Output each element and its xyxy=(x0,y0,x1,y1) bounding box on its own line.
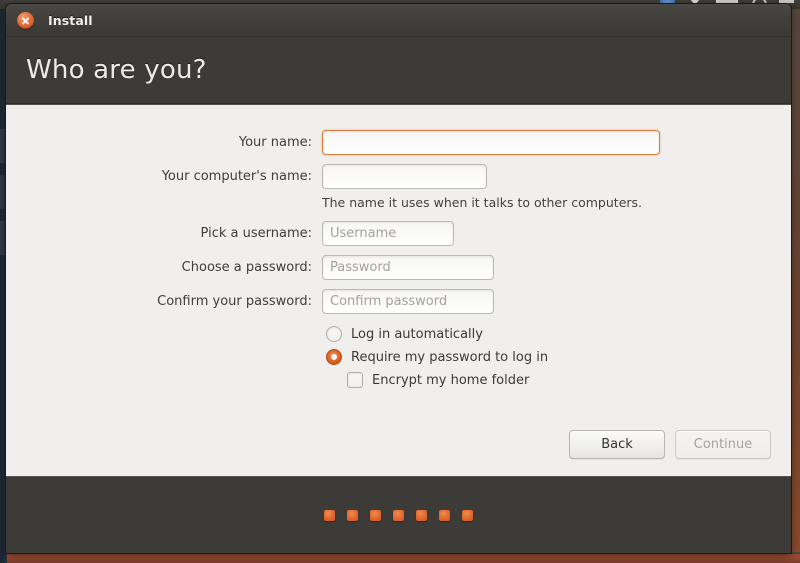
password-label: Choose a password: xyxy=(6,260,322,275)
confirm-password-input[interactable] xyxy=(322,289,494,314)
window-titlebar: Install xyxy=(6,4,791,37)
your-name-label: Your name: xyxy=(6,135,322,150)
password-input[interactable] xyxy=(322,255,494,280)
window-title: Install xyxy=(48,13,93,28)
login-automatically-label[interactable]: Log in automatically xyxy=(351,327,483,342)
form-row-confirm-password: Confirm your password: xyxy=(6,289,791,314)
your-name-input[interactable] xyxy=(322,130,660,155)
step-dot xyxy=(347,510,358,521)
computer-name-hint: The name it uses when it talks to other … xyxy=(322,195,642,210)
require-password-label[interactable]: Require my password to log in xyxy=(351,350,548,365)
form-row-computer-name: Your computer's name: xyxy=(6,164,791,189)
encrypt-home-checkbox[interactable] xyxy=(347,372,363,388)
installer-content: Your name: Your computer's name: The nam… xyxy=(6,104,791,476)
close-icon[interactable] xyxy=(17,12,34,29)
computer-name-hint-row: The name it uses when it talks to other … xyxy=(6,195,791,210)
action-buttons: Back Continue xyxy=(569,430,771,459)
username-label: Pick a username: xyxy=(6,226,322,241)
login-automatically-radio[interactable] xyxy=(326,326,342,342)
form-row-password: Choose a password: xyxy=(6,255,791,280)
step-dot xyxy=(462,510,473,521)
desktop-bottom-strip xyxy=(0,552,800,563)
computer-name-label: Your computer's name: xyxy=(6,169,322,184)
option-require-password[interactable]: Require my password to log in xyxy=(6,349,791,365)
step-dot xyxy=(416,510,427,521)
user-setup-form: Your name: Your computer's name: The nam… xyxy=(6,105,791,388)
option-login-automatically[interactable]: Log in automatically xyxy=(6,326,791,342)
username-input[interactable] xyxy=(322,221,454,246)
step-dot xyxy=(324,510,335,521)
option-encrypt-home[interactable]: Encrypt my home folder xyxy=(6,372,791,388)
login-options: Log in automatically Require my password… xyxy=(6,326,791,388)
page-title: Who are you? xyxy=(26,55,207,85)
step-dot xyxy=(393,510,404,521)
continue-button: Continue xyxy=(675,430,771,459)
step-dot xyxy=(439,510,450,521)
back-button[interactable]: Back xyxy=(569,430,665,459)
form-row-username: Pick a username: xyxy=(6,221,791,246)
encrypt-home-label[interactable]: Encrypt my home folder xyxy=(372,373,529,388)
installer-footer xyxy=(6,476,791,553)
install-window: Install Who are you? Your name: Your com… xyxy=(6,4,791,553)
step-dot xyxy=(370,510,381,521)
confirm-password-label: Confirm your password: xyxy=(6,294,322,309)
step-progress-dots xyxy=(324,510,473,521)
require-password-radio[interactable] xyxy=(326,349,342,365)
computer-name-input[interactable] xyxy=(322,164,487,189)
form-row-your-name: Your name: xyxy=(6,130,791,155)
screen: Install Who are you? Your name: Your com… xyxy=(0,0,800,563)
page-header: Who are you? xyxy=(6,37,791,104)
